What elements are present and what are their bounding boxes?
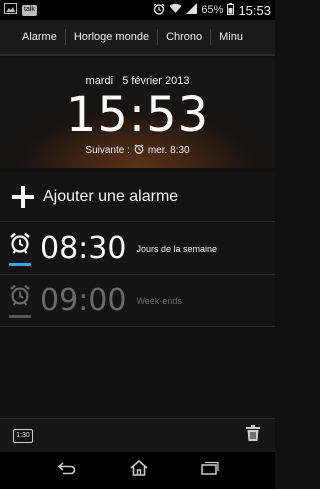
alarm-disabled-indicator [9,314,31,318]
status-time: 15:53 [238,2,271,18]
delete-button[interactable] [246,425,260,446]
back-icon [57,462,75,475]
home-button[interactable] [129,459,148,481]
alarm-days: Jours de la semaine [136,243,218,254]
alarm-time: 08:30 [40,231,127,266]
tab-bar: Alarme Horloge monde Chrono Minu [0,20,275,56]
tab-horloge-monde[interactable]: Horloge monde [66,20,157,54]
tab-chrono[interactable]: Chrono [158,20,210,54]
alarm-clock-icon [153,2,165,18]
alarm-clock-icon [9,284,31,311]
battery-icon [227,2,235,18]
alarm-enabled-indicator [9,262,31,266]
next-alarm: Suivante : mer. 8:30 [0,144,275,157]
time-format-label: 1:30 [16,432,30,439]
add-alarm-button[interactable]: Ajouter une alarme [0,172,275,222]
alarm-toggle[interactable] [7,232,33,266]
alarm-days: Week-ends [136,295,182,306]
recent-apps-button[interactable] [200,461,219,480]
tab-minuteur[interactable]: Minu [211,20,251,54]
navigation-bar [0,452,275,489]
alarm-time: 09:00 [40,283,127,318]
image-icon [4,1,17,19]
alarm-item[interactable]: 09:00 Week-ends [0,275,275,327]
next-alarm-time: mer. 8:30 [147,145,190,156]
clock-panel: mardi 5 février 2013 15:53 Suivante : me… [0,58,275,168]
trash-icon [246,425,260,441]
back-button[interactable] [57,461,77,480]
current-time: 15:53 [65,87,210,143]
alarm-toggle[interactable] [7,284,33,318]
next-alarm-label: Suivante : [85,145,130,156]
alarm-item[interactable]: 08:30 Jours de la semaine [0,223,275,275]
alarm-clock-icon [9,232,31,259]
home-icon [129,459,148,476]
time-format-button[interactable]: 1:30 [13,428,33,443]
talk-icon: talk [22,4,37,16]
recent-apps-icon [200,461,219,475]
plus-icon [12,185,34,208]
add-alarm-label: Ajouter une alarme [43,187,179,205]
signal-icon [186,3,198,17]
battery-percent: 65% [201,4,224,16]
alarm-clock-icon [134,144,144,157]
current-date: mardi 5 février 2013 [85,75,190,87]
wifi-icon [169,3,182,17]
action-bar: 1:30 [0,418,275,452]
status-bar: talk 65% 15:53 [0,0,275,20]
tab-alarme[interactable]: Alarme [0,20,65,54]
